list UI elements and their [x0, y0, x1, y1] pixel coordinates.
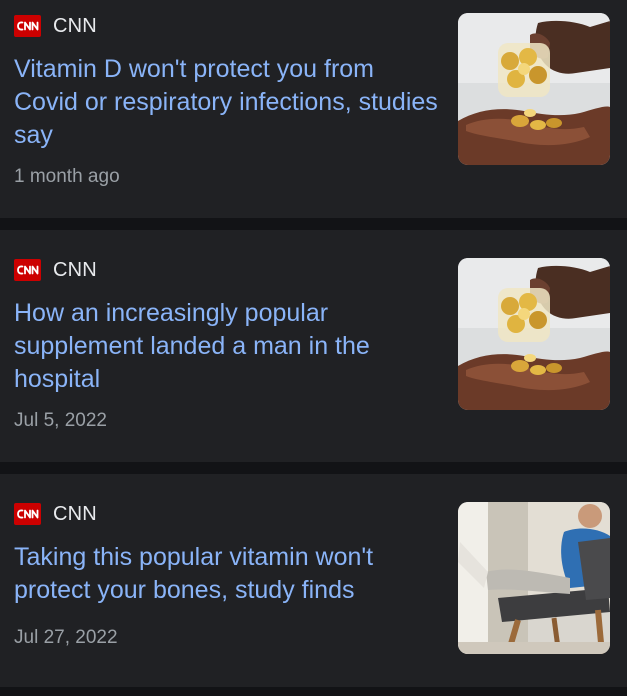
article-headline[interactable]: Taking this popular vitamin won't protec… [14, 541, 444, 607]
cnn-logo-icon [14, 15, 41, 37]
news-feed: CNN Vitamin D won't protect you from Cov… [0, 0, 627, 696]
cnn-logo-icon [14, 259, 41, 281]
news-card[interactable]: CNN Taking this popular vitamin won't pr… [0, 474, 627, 687]
source-row: CNN [14, 14, 97, 38]
article-headline[interactable]: How an increasingly popular supplement l… [14, 297, 444, 396]
vitamin-capsules-in-hand-icon[interactable] [458, 258, 610, 410]
source-row: CNN [14, 502, 97, 526]
source-name: CNN [53, 258, 97, 281]
article-headline[interactable]: Vitamin D won't protect you from Covid o… [14, 53, 444, 152]
news-card[interactable]: CNN How an increasingly popular suppleme… [0, 230, 627, 462]
article-timestamp: Jul 5, 2022 [14, 410, 107, 431]
cnn-logo-icon [14, 503, 41, 525]
source-name: CNN [53, 502, 97, 525]
source-name: CNN [53, 14, 97, 37]
article-timestamp: 1 month ago [14, 166, 120, 187]
article-timestamp: Jul 27, 2022 [14, 627, 118, 648]
source-row: CNN [14, 258, 97, 282]
person-in-chair-icon[interactable] [458, 502, 610, 654]
vitamin-capsules-in-hand-icon[interactable] [458, 13, 610, 165]
news-card[interactable]: CNN Vitamin D won't protect you from Cov… [0, 0, 627, 218]
